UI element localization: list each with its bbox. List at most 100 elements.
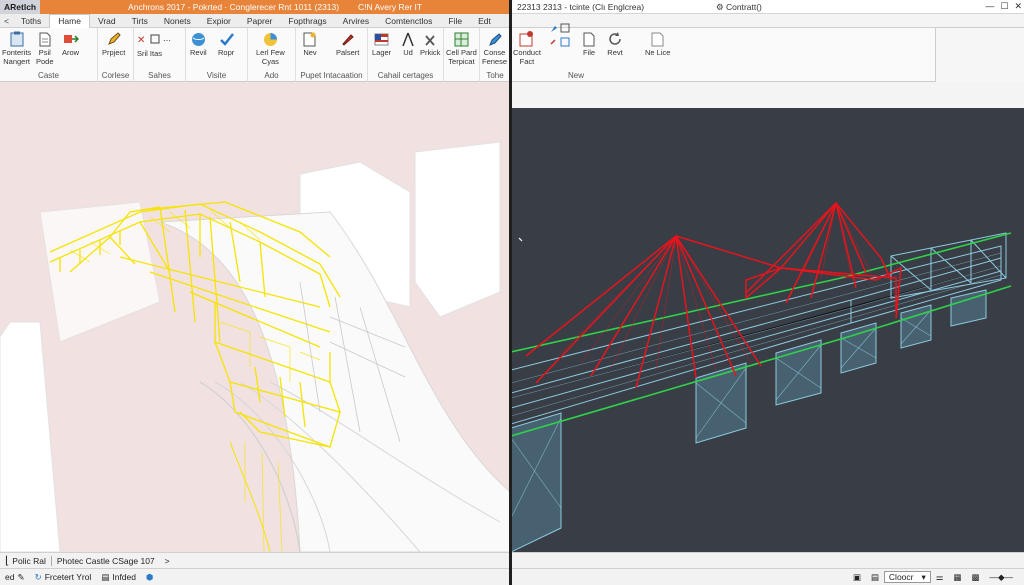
tab-edit[interactable]: Edt (470, 14, 499, 28)
ribbon-button-ud[interactable]: Ud (400, 31, 416, 57)
ribbon-group-caste: Fonterits Nangert Psil Pode Arow Caste (0, 28, 98, 82)
status-item-grid[interactable]: ▩ (966, 572, 984, 583)
maximize-icon[interactable]: ☐ (1000, 1, 1008, 12)
tab-expior[interactable]: Expior (199, 14, 239, 28)
status-item-settings[interactable]: ⚌ (931, 572, 949, 583)
ribbon-group-line: Ne Lice (641, 28, 681, 82)
status-item-infded[interactable]: ▤ Infded (96, 572, 141, 583)
ribbon-group-label: Tohe (486, 71, 504, 80)
gear-icon: ⚙ (716, 1, 726, 12)
zoom-slider-icon: —◆— (989, 571, 1013, 582)
ribbon-button-nev[interactable]: Nev (302, 31, 318, 57)
status-item-zoom[interactable]: —◆— (984, 572, 1018, 583)
left-application-window: ARetlch Anchrons 2017 - Pokrted · Congle… (0, 0, 510, 585)
status-item-ed[interactable]: ed ✎ (0, 572, 30, 583)
right-status-bar-top (511, 552, 1024, 568)
minimize-icon[interactable]: — (985, 1, 994, 12)
document-icon: ▤ (101, 571, 110, 582)
status-item-pin[interactable]: ⬢ (141, 572, 158, 583)
tab-fopthrags[interactable]: Fopthrags (280, 14, 334, 28)
view-name-indicator[interactable]: Photec Castle CSage 107 (52, 556, 160, 566)
ribbon-group-cahail-certages: Lager Ud Prkick Cahail certages (368, 28, 444, 82)
ribbon-group-cell-pard: Cell Pard Terpicat (444, 28, 480, 82)
ribbon-button-sril-itas[interactable]: ✕ ⋯ Sril Itas (137, 32, 181, 58)
left-status-bar-bottom: ed ✎ ↻ Frcetert Yrol ▤ Infded ⬢ (0, 568, 510, 585)
left-ribbon: Fonterits Nangert Psil Pode Arow Caste P… (0, 28, 510, 82)
left-menu-bar: < Toths Hame Vrad Tirts Nonets Expior Pa… (0, 13, 510, 28)
new-icon (650, 31, 666, 47)
flag-icon (374, 31, 390, 47)
ribbon-button-palsert[interactable]: Palsert (336, 31, 359, 57)
right-menu-bar (511, 14, 1024, 28)
right-status-bar-bottom: ▣ ▤ Cloocr ▾ ⚌ ▦ ▩ —◆— (511, 568, 1024, 585)
scale-indicator[interactable]: ⌊ Polic Ral (0, 554, 51, 567)
menu-back-button[interactable]: < (0, 16, 13, 26)
ribbon-group-pupet-intacaation: Nev Palsert Pupet Intacaation (296, 28, 368, 82)
pen-icon: ✎ (17, 571, 25, 582)
status-item-save[interactable]: ▦ (948, 572, 966, 583)
tab-comtenctlos[interactable]: Comtenctlos (377, 14, 440, 28)
ribbon-button-arow[interactable]: Arow (62, 31, 79, 57)
ribbon-button-project[interactable]: Prpject (102, 31, 125, 57)
tab-arvires[interactable]: Arvires (335, 14, 377, 28)
ribbon-group-corlese: Prpject Corlese (98, 28, 134, 82)
tab-paprer[interactable]: Paprer (239, 14, 281, 28)
status-item-frcetert[interactable]: ↻ Frcetert Yrol (30, 572, 97, 583)
pencil-icon (106, 31, 122, 47)
ribbon-group-label: Cahail certages (377, 71, 434, 80)
save-icon: ▦ (953, 571, 962, 582)
svg-text:⋯: ⋯ (163, 36, 171, 45)
view-mode-dropdown[interactable]: Cloocr ▾ (883, 571, 931, 583)
ribbon-group-label: Visite (206, 71, 227, 80)
ribbon-button-ropr[interactable]: Ropr (218, 31, 234, 57)
ribbon-button-lerl-few-cyas[interactable]: Lerl Few Cyas (256, 31, 285, 66)
ribbon-group-label: New (567, 71, 584, 80)
ribbon-button-lager[interactable]: Lager (372, 31, 391, 57)
bridge-model-wireframe[interactable] (511, 108, 1024, 553)
ribbon-button-edit-tools[interactable] (549, 23, 573, 48)
tab-file[interactable]: File (440, 14, 470, 28)
layers-icon: ▣ (852, 571, 861, 582)
ribbon-group-label: Sahes (148, 71, 171, 80)
ribbon-button-psil-pode[interactable]: Psil Pode (36, 31, 54, 66)
ribbon-group-new: Conduct Fact File Revt New (511, 23, 641, 82)
list-icon: ✕ ⋯ (137, 32, 181, 48)
refresh-icon (607, 31, 623, 47)
close-icon[interactable]: ✕ (1014, 1, 1022, 12)
ribbon-button-conse-fenese[interactable]: Conse Fenese (482, 31, 507, 66)
ribbon-group-ado: Lerl Few Cyas Ado (248, 28, 296, 82)
right-title-extra: ⚙ Contratt() (716, 1, 762, 13)
tab-tirts[interactable]: Tirts (124, 14, 156, 28)
status-item-document[interactable]: ▤ (866, 572, 884, 583)
ribbon-group-label: Pupet Intacaation (300, 71, 363, 80)
left-3d-viewport[interactable] (0, 82, 510, 553)
viewport-header-strip (511, 82, 1024, 108)
status-next-arrow[interactable]: > (160, 556, 175, 566)
pen-icon (487, 31, 503, 47)
tab-toths[interactable]: Toths (13, 14, 49, 28)
ribbon-group-tohe: Conse Fenese Tohe (480, 28, 510, 82)
ribbon-button-cell-pard-terpicat[interactable]: Cell Pard Terpicat (446, 31, 477, 66)
pane-splitter[interactable] (509, 0, 512, 585)
bridge-model-highlighted[interactable] (0, 82, 510, 553)
tab-vrad[interactable]: Vrad (90, 14, 124, 28)
left-window-title: Anchrons 2017 - Pokrted · Conglerecer Rn… (128, 2, 423, 12)
svg-text:✕: ✕ (137, 35, 145, 46)
tab-home[interactable]: Hame (49, 13, 90, 28)
status-item-layers[interactable]: ▣ (848, 572, 866, 583)
tools-icon (422, 31, 438, 47)
ribbon-button-fonterits[interactable]: Fonterits Nangert (2, 31, 31, 66)
clipboard-icon (9, 31, 25, 47)
ribbon-button-revt[interactable]: Revt (607, 31, 623, 57)
ribbon-button-ne-lice[interactable]: Ne Lice (645, 31, 670, 57)
document-icon (37, 31, 53, 47)
right-3d-viewport[interactable] (511, 108, 1024, 553)
ribbon-button-conduct-fact[interactable]: Conduct Fact (513, 31, 541, 66)
ribbon-button-prkick[interactable]: Prkick (420, 31, 440, 57)
check-icon (218, 31, 234, 47)
app-menu-button[interactable]: ARetlch (0, 0, 41, 14)
ribbon-button-revil[interactable]: Revil (190, 31, 207, 57)
ribbon-button-file[interactable]: File (581, 31, 597, 57)
tab-nonets[interactable]: Nonets (156, 14, 199, 28)
menu-icon: ⌊ (5, 555, 10, 567)
